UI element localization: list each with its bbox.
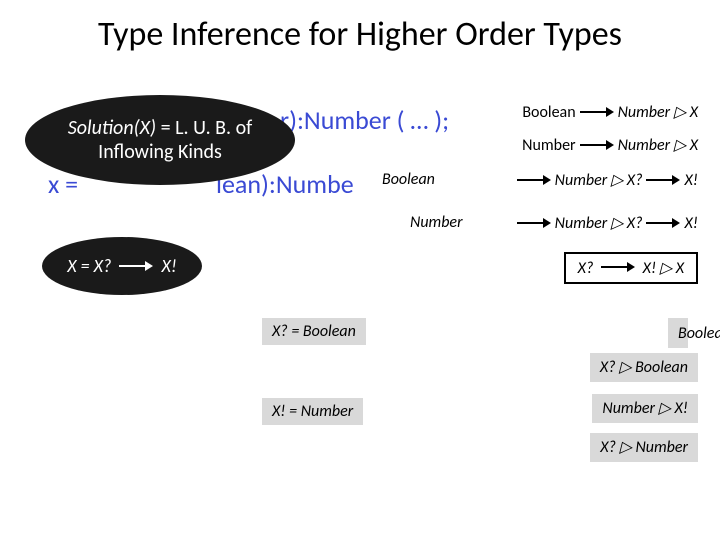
arrow-icon [119, 260, 153, 272]
arrow-icon [601, 261, 635, 273]
box-4-rule: X? ▷ Number [590, 433, 698, 462]
flow-2-dst: Number ▷ X [618, 135, 698, 155]
arrow-icon [646, 174, 680, 186]
box-row-3: X! = Number [0, 398, 363, 425]
box-row-3r: Number ▷ X! [592, 398, 698, 418]
flow-4-mid: Number [410, 213, 463, 232]
arrow-icon [580, 139, 614, 151]
flow-4-left: Number ▷ X? [555, 213, 643, 233]
flow-line-2: Number Number ▷ X [522, 135, 698, 155]
flow-3-mid: Boolean [382, 170, 435, 189]
arrow-icon [646, 217, 680, 229]
flow-2-src: Number [522, 136, 575, 155]
callout-solution-rhs: = L. U. B. of [156, 116, 252, 140]
flow-line-3: Number ▷ X? X! [513, 170, 698, 190]
flow-3-mid-text: Boolean [382, 170, 435, 189]
box-3-label: X! = Number [262, 398, 363, 425]
flow-4-right: X! [684, 214, 698, 233]
flow-line-1: Boolean Number ▷ X [522, 102, 698, 122]
flow-5-left: X? [578, 259, 594, 278]
callout-solution: Solution(X) = L. U. B. of Inflowing Kind… [25, 95, 295, 185]
callout-xeq: X = X? X! [42, 237, 202, 295]
arrow-icon [517, 174, 551, 186]
box-3-label-text: X! = Number [272, 402, 353, 421]
callout-xeq-rhs: X! [162, 255, 177, 277]
callout-solution-lhs: Solution(X) [68, 116, 156, 140]
box-row-1: X? = Boolean Boolean ▷ X? [0, 318, 366, 345]
flow-line-5: X? X! ▷ X [564, 252, 698, 284]
arrow-icon [580, 106, 614, 118]
arrow-icon [517, 217, 551, 229]
flow-4-mid-text: Number [410, 213, 463, 232]
rule-framed: X? X! ▷ X [564, 252, 698, 284]
box-1-label-text: X? = Boolean [272, 322, 356, 341]
flow-1-src: Boolean [522, 103, 575, 122]
slide: Type Inference for Higher Order Types r)… [0, 0, 720, 540]
box-row-2: X? ▷ Boolean [590, 357, 698, 377]
flow-line-4: Number ▷ X? X! [513, 213, 698, 233]
callout-xeq-content: X = X? X! [67, 255, 177, 277]
box-2-rule: X? ▷ Boolean [590, 353, 698, 382]
callout-xeq-lhs: X = X? [67, 255, 111, 277]
flow-3-left: Number ▷ X? [555, 170, 643, 190]
slide-title: Type Inference for Higher Order Types [0, 14, 720, 55]
flow-1-dst: Number ▷ X [618, 102, 698, 122]
flow-5-right: X! ▷ X [643, 259, 684, 278]
box-1-rule: Boolean ▷ X? [668, 318, 688, 348]
callout-solution-line2: Inflowing Kinds [98, 140, 222, 164]
callout-solution-line1: Solution(X) = L. U. B. of [68, 116, 253, 140]
box-row-4: X? ▷ Number [590, 437, 698, 457]
box-3-rule: Number ▷ X! [592, 394, 698, 423]
bg-code-frag-1: r):Number ( … ); [280, 104, 449, 136]
flow-3-right: X! [684, 171, 698, 190]
box-1-label: X? = Boolean [262, 318, 366, 345]
